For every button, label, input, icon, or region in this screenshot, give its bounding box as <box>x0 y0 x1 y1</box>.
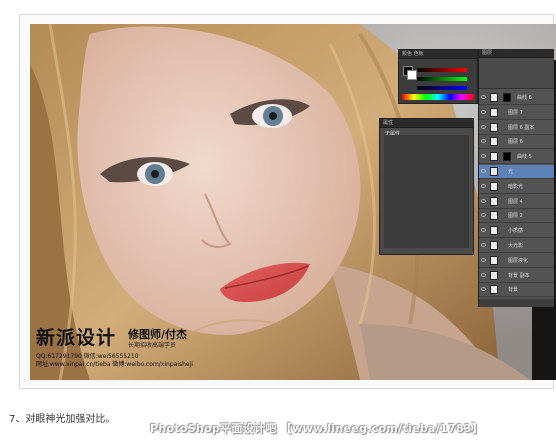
layer-row[interactable]: 图层 2 <box>479 209 554 224</box>
eye-icon[interactable] <box>481 124 486 129</box>
brand-title: 新派设计 <box>36 327 117 349</box>
layer-thumbnail <box>490 181 498 191</box>
layer-name: 曲线 6 <box>517 95 532 101</box>
layer-thumbnail <box>490 196 498 206</box>
eye-icon[interactable] <box>481 169 486 173</box>
layer-name: 曲线 5 <box>517 154 532 161</box>
layer-name: 图层 6 副本 <box>508 124 535 131</box>
eye-icon[interactable] <box>481 198 486 203</box>
green-slider[interactable] <box>417 77 467 81</box>
layers-panel-tab[interactable]: 图层 <box>479 49 554 58</box>
layer-row[interactable]: 图层 6 副本 <box>479 121 554 135</box>
eye-icon[interactable] <box>481 154 486 159</box>
brand-website: 网址:www.xinpai.cn/tieba 微博:weibo.com/xinp… <box>36 361 193 368</box>
eye-icon[interactable] <box>481 272 486 277</box>
layer-name: 图层 6 <box>508 139 523 146</box>
eye-icon[interactable] <box>481 109 486 114</box>
layer-name: 背景 <box>508 287 519 294</box>
layer-thumbnail <box>490 241 498 250</box>
background-swatch-icon[interactable] <box>407 70 417 80</box>
properties-panel[interactable]: 属性 无属性 <box>379 118 474 255</box>
layer-name: 小质感 <box>508 228 524 235</box>
eye-icon[interactable] <box>481 213 486 218</box>
layer-name: 大光影 <box>508 243 524 249</box>
layer-name: 图层 2 <box>508 213 523 220</box>
layer-row[interactable]: 曲线 6 <box>479 91 554 105</box>
layer-row[interactable]: 背景 <box>479 283 554 298</box>
layer-row[interactable]: 图层 7 <box>479 106 554 120</box>
properties-panel-tab[interactable]: 属性 <box>380 119 473 128</box>
layer-row[interactable]: 光 <box>479 165 554 179</box>
color-spectrum[interactable] <box>402 94 474 100</box>
layer-thumbnail <box>490 226 498 236</box>
layer-row[interactable]: 小质感 <box>479 224 554 239</box>
layer-thumbnail <box>490 211 498 221</box>
layer-name: 光 <box>508 169 514 175</box>
layer-row[interactable]: 图层液化 <box>479 254 554 268</box>
layer-thumbnail <box>490 137 498 147</box>
layers-panel[interactable]: 图层 曲线 6 图层 7 图层 6 副本 图层 6 曲线 5 光暗影光图层 4 图层 2 小质… <box>478 49 554 307</box>
layer-mask-thumbnail <box>503 93 511 102</box>
layer-thumbnail <box>490 270 498 280</box>
blue-slider[interactable] <box>417 86 467 90</box>
layer-name: 图层液化 <box>508 257 529 264</box>
layer-thumbnail <box>490 122 498 132</box>
layer-name: 暗影光 <box>508 183 524 190</box>
layers-filter-bar[interactable] <box>479 58 554 89</box>
eye-icon[interactable] <box>481 228 486 233</box>
layer-thumbnail <box>490 152 498 162</box>
studio-branding: 新派设计 修图师/付杰 长期招收高端学员 QQ:617291790 微信:wei… <box>36 319 256 377</box>
forum-watermark: PhotoShop平面设计吧 【www.lineeg.com/tieba/178… <box>150 422 484 435</box>
eye-icon[interactable] <box>481 183 486 188</box>
layers-footer-bar[interactable] <box>479 299 554 307</box>
layer-thumbnail <box>490 285 498 295</box>
red-slider[interactable] <box>417 68 467 72</box>
layer-thumbnail <box>490 107 498 117</box>
eye-icon[interactable] <box>481 257 486 262</box>
layer-row[interactable]: 图层 4 <box>479 195 554 209</box>
layer-row[interactable]: 暗影光 <box>479 180 554 194</box>
color-panel[interactable]: 颜色 色板 <box>398 49 478 104</box>
layer-row[interactable]: 曲线 5 <box>479 150 554 165</box>
layer-thumbnail <box>490 255 498 265</box>
layer-row[interactable]: 大光影 <box>479 239 554 253</box>
eye-icon[interactable] <box>481 243 486 247</box>
step-caption: 7、对眼神光加强对比。 <box>9 414 116 425</box>
layer-list: 曲线 6 图层 7 图层 6 副本 图层 6 曲线 5 光暗影光图层 4 图层 2 小质感大光… <box>479 91 554 301</box>
layer-thumbnail <box>490 93 498 102</box>
eye-icon[interactable] <box>481 95 486 99</box>
layer-name: 图层 7 <box>508 109 523 116</box>
layer-row[interactable]: 背景 副本 <box>479 269 554 283</box>
layer-name: 图层 4 <box>508 198 523 205</box>
eye-icon[interactable] <box>481 287 486 292</box>
properties-body <box>384 135 469 248</box>
color-panel-tab[interactable]: 颜色 色板 <box>399 50 477 59</box>
layer-mask-thumbnail <box>503 152 511 162</box>
layer-row[interactable]: 图层 6 <box>479 135 554 150</box>
layer-thumbnail <box>490 167 498 176</box>
brand-subtitle-small: 长期招收高端学员 <box>128 342 177 349</box>
layer-name: 背景 副本 <box>508 272 530 279</box>
eye-icon[interactable] <box>481 139 486 144</box>
